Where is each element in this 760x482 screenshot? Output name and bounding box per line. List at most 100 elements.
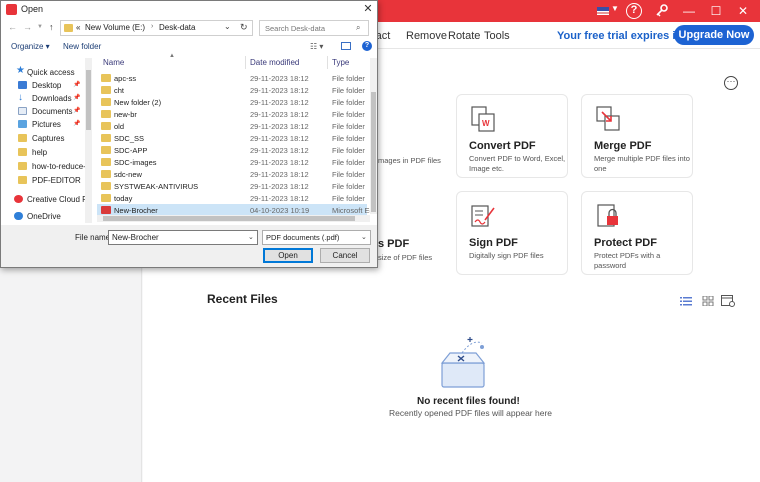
empty-tray-icon: [440, 337, 486, 388]
toolbar-rotate[interactable]: Rotate: [448, 30, 480, 42]
toolbar-tools[interactable]: Tools: [484, 30, 510, 42]
folder-icon: [18, 162, 27, 170]
sign-pdf-card[interactable]: Sign PDF Digitally sign PDF files: [456, 191, 568, 275]
card-partial-title: s PDF: [378, 238, 410, 250]
maximize-icon[interactable]: ☐: [708, 3, 724, 19]
nav-pane-scrollbar[interactable]: [85, 58, 92, 223]
folder-icon: [18, 148, 27, 156]
desktop-icon: [18, 81, 27, 89]
file-type-select[interactable]: PDF documents (.pdf) ⌄: [262, 230, 371, 245]
file-list: Name ▲ Date modified Type apc-ss 29-11-20…: [97, 53, 377, 223]
column-header-name[interactable]: Name: [103, 58, 124, 67]
file-row[interactable]: SDC_SS 29-11-2023 18:12 File folder: [97, 132, 367, 144]
file-row[interactable]: SYSTWEAK-ANTIVIRUS 29-11-2023 18:12 File f…: [97, 180, 367, 192]
sign-pdf-icon: [471, 205, 495, 227]
open-file-dialog: Open ✕ ← → ▼ ↑ « New Volume (E:) › Desk-…: [0, 0, 378, 268]
nav-item-pictures[interactable]: Pictures 📌: [1, 118, 87, 131]
file-row[interactable]: old 29-11-2023 18:12 File folder: [97, 120, 367, 132]
card-title: Convert PDF: [469, 140, 536, 152]
breadcrumb-drive[interactable]: New Volume (E:): [85, 23, 145, 32]
merge-pdf-card[interactable]: Merge PDF Merge multiple PDF files into …: [581, 94, 693, 178]
search-input[interactable]: Search Desk-data ⌕: [259, 20, 369, 36]
open-button[interactable]: Open: [263, 248, 313, 263]
column-header-date[interactable]: Date modified: [250, 58, 299, 67]
scrollbar-thumb[interactable]: [86, 70, 91, 130]
protect-pdf-icon: [597, 204, 618, 227]
card-partial-desc: mages in PDF files: [378, 156, 441, 165]
nav-item-documents[interactable]: Documents 📌: [1, 105, 87, 118]
close-icon[interactable]: ✕: [360, 2, 376, 16]
column-divider[interactable]: [245, 56, 246, 69]
toolbar-remove[interactable]: Remove: [406, 30, 447, 42]
folder-icon: [101, 134, 111, 142]
chevron-down-icon[interactable]: ⌄: [361, 233, 367, 241]
file-list-vertical-scrollbar[interactable]: [370, 58, 377, 214]
pin-icon: 📌: [73, 108, 81, 114]
file-row[interactable]: SDC-images 29-11-2023 18:12 File folder: [97, 156, 367, 168]
file-row[interactable]: SDC-APP 29-11-2023 18:12 File folder: [97, 144, 367, 156]
new-folder-button[interactable]: New folder: [63, 42, 101, 51]
svg-text:W: W: [482, 119, 490, 128]
chevron-down-icon[interactable]: ⌄: [224, 22, 231, 31]
search-icon: ⌕: [356, 23, 361, 32]
view-options-icon[interactable]: ☷ ▾: [310, 42, 323, 51]
file-name-input[interactable]: New-Brocher ⌄: [108, 230, 258, 245]
cancel-button[interactable]: Cancel: [320, 248, 370, 263]
grid-view-icon[interactable]: [702, 296, 714, 306]
column-divider[interactable]: [327, 56, 328, 69]
upgrade-button[interactable]: Upgrade Now: [674, 25, 754, 45]
help-icon[interactable]: ?: [626, 3, 642, 19]
folder-icon: [101, 98, 111, 106]
scrollbar-thumb[interactable]: [371, 92, 376, 212]
nav-item-downloads[interactable]: ↓ Downloads 📌: [1, 92, 87, 105]
protect-pdf-card[interactable]: Protect PDF Protect PDFs with a password: [581, 191, 693, 275]
column-header-type[interactable]: Type: [332, 58, 349, 67]
nav-item-how-to-reduce[interactable]: how-to-reduce-: [1, 160, 87, 173]
back-arrow-icon[interactable]: ←: [8, 22, 17, 32]
nav-item-captures[interactable]: Captures: [1, 132, 87, 145]
star-icon: ★: [16, 66, 25, 76]
dialog-title-bar: Open ✕: [1, 1, 377, 18]
chevron-down-icon[interactable]: ▼: [611, 4, 619, 13]
file-row[interactable]: cht 29-11-2023 18:12 File folder: [97, 84, 367, 96]
breadcrumb-separator-icon[interactable]: ›: [151, 23, 153, 30]
file-row[interactable]: New folder (2) 29-11-2023 18:12 File folde…: [97, 96, 367, 108]
nav-item-quick-access[interactable]: ★ Quick access: [1, 66, 87, 79]
convert-pdf-card[interactable]: W Convert PDF Convert PDF to Word, Excel…: [456, 94, 568, 178]
preview-pane-icon[interactable]: [341, 42, 351, 50]
file-row[interactable]: new-br 29-11-2023 18:12 File folder: [97, 108, 367, 120]
calendar-settings-icon[interactable]: [721, 294, 735, 307]
scrollbar-thumb[interactable]: [103, 216, 355, 221]
breadcrumb-overflow[interactable]: «: [76, 23, 80, 32]
card-partial-desc-2: size of PDF files: [378, 253, 433, 262]
help-icon[interactable]: ?: [362, 41, 372, 51]
card-title: Sign PDF: [469, 237, 518, 249]
folder-icon: [101, 110, 111, 118]
nav-item-pdf-editor[interactable]: PDF-EDITOR: [1, 174, 87, 187]
nav-item-creative-cloud[interactable]: Creative Cloud Fil: [1, 193, 87, 206]
list-view-icon[interactable]: [680, 296, 692, 306]
more-options-icon[interactable]: ···: [724, 76, 738, 90]
forward-arrow-icon[interactable]: →: [23, 22, 32, 32]
minimize-icon[interactable]: —: [681, 3, 697, 19]
refresh-icon[interactable]: ↻: [240, 22, 248, 33]
card-desc: Convert PDF to Word, Excel, Image etc.: [469, 154, 566, 173]
breadcrumb-folder[interactable]: Desk-data: [159, 23, 195, 32]
file-row[interactable]: apc-ss 29-11-2023 18:12 File folder: [97, 72, 367, 84]
nav-item-desktop[interactable]: Desktop 📌: [1, 79, 87, 92]
address-bar[interactable]: « New Volume (E:) › Desk-data ⌄ ↻: [60, 20, 253, 36]
nav-item-onedrive[interactable]: OneDrive: [1, 210, 87, 223]
nav-item-help[interactable]: help: [1, 146, 87, 159]
up-arrow-icon[interactable]: ↑: [49, 22, 54, 32]
key-icon[interactable]: [654, 3, 670, 19]
chevron-down-icon[interactable]: ⌄: [248, 233, 254, 241]
navigation-pane: ★ Quick access Desktop 📌 ↓ Downloads 📌 D…: [1, 58, 93, 223]
recent-locations-icon[interactable]: ▼: [37, 24, 43, 30]
file-list-horizontal-scrollbar[interactable]: [97, 215, 370, 222]
language-flag-icon[interactable]: [597, 7, 609, 15]
file-row[interactable]: today 29-11-2023 18:12 File folder: [97, 192, 367, 204]
organize-button[interactable]: Organize ▾: [11, 42, 50, 51]
file-row[interactable]: sdc-new 29-11-2023 18:12 File folder: [97, 168, 367, 180]
close-icon[interactable]: ✕: [735, 3, 751, 19]
creative-cloud-icon: [14, 195, 23, 203]
